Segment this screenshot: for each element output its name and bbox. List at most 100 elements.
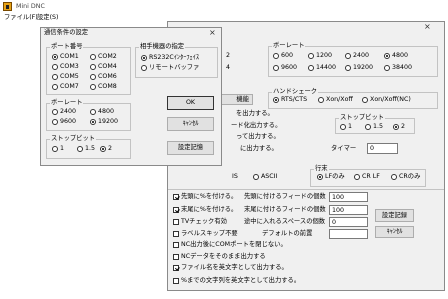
save-settings-button[interactable]: 設定記憶 [167, 141, 214, 155]
port-com3-radio[interactable]: COM3 [52, 63, 79, 71]
group-title: 相手機器の指定 [139, 43, 186, 51]
option-label[interactable]: ード化出力する。 [231, 122, 281, 130]
stop-bit-2-radio[interactable]: 2 [100, 145, 112, 153]
checkbox-label: ファイル名を英文字として出力する。 [181, 264, 288, 271]
baud-4800-radio[interactable]: 4800 [90, 108, 114, 116]
radio-label: 2400 [60, 108, 77, 115]
baud-38400-radio[interactable]: 38400 [384, 64, 412, 72]
leading-feed-label: 先頭に付けるフィードの個数 [244, 193, 326, 200]
handshake-xon-xoff-nc-radio[interactable]: Xon/Xoff(NC) [362, 96, 411, 104]
app-title: Mini DNC [16, 3, 45, 10]
checkbox-label: NC出力後にCOMポートを閉じない。 [181, 241, 287, 248]
radio-circle [77, 146, 83, 152]
baud-2400-radio[interactable]: 2400 [345, 52, 369, 60]
menu-settings[interactable]: 設定(S) [37, 14, 59, 22]
radio-label: 1 [60, 145, 65, 152]
baud-600-radio[interactable]: 600 [273, 52, 293, 60]
leading-percent-checkbox[interactable]: 先頭に%を付ける。 [173, 193, 237, 201]
port-option-label[interactable]: 4 [226, 64, 230, 72]
group-title: ボーレート [272, 42, 306, 50]
radio-circle [90, 109, 96, 115]
trailing-percent-checkbox[interactable]: 末尾に%を付ける。 [173, 206, 237, 214]
radio-label: 14400 [316, 64, 337, 71]
radio-circle [308, 53, 314, 59]
baud-4800-radio[interactable]: 4800 [384, 52, 408, 60]
label-skip-checkbox[interactable]: ラベルスキップ不要 [173, 230, 238, 238]
leading-feed-input[interactable] [329, 192, 368, 202]
baud-14400-radio[interactable]: 14400 [308, 64, 336, 72]
baud-9600-radio[interactable]: 9600 [273, 64, 297, 72]
radio-circle [393, 124, 399, 130]
port-com7-radio[interactable]: COM7 [52, 83, 79, 91]
port-com4-radio[interactable]: COM4 [90, 63, 117, 71]
filename-output-checkbox[interactable]: ファイル名を英文字として出力する。 [173, 264, 288, 272]
stop-bit-1-radio[interactable]: 1 [340, 123, 352, 131]
default-prefix-label: デフォルトの前置 [262, 230, 313, 237]
baud-1200-radio[interactable]: 1200 [308, 52, 332, 60]
radio-label: 2 [108, 145, 113, 152]
cancel-button[interactable]: ｷｬﾝｾﾙ [375, 226, 414, 238]
radio-label: 9600 [60, 118, 77, 125]
tv-check-checkbox[interactable]: TVチェック有効 [173, 218, 227, 226]
menu-file[interactable]: ファイル(F) [4, 14, 38, 22]
raw-output-checkbox[interactable]: NCデータをそのまま出力する [173, 253, 266, 261]
device-rs232c-radio[interactable]: RS232Cｲﾝﾀｰﾌｪｲｽ [141, 54, 199, 62]
port-com5-radio[interactable]: COM5 [52, 73, 79, 81]
close-icon[interactable]: × [424, 22, 431, 32]
line-end-cr-radio[interactable]: CRのみ [391, 173, 420, 181]
option-label[interactable]: を出力する。 [236, 110, 274, 118]
radio-label: 2400 [353, 52, 370, 59]
radio-circle [253, 174, 259, 180]
radio-circle [52, 54, 58, 60]
baud-rate-group: ボーレート 2400 4800 9600 19200 [46, 99, 131, 131]
baud-19200-radio[interactable]: 19200 [345, 64, 373, 72]
group-title: ハンドシェーク [272, 88, 319, 96]
baud-rate-group: ボーレート 600 1200 2400 4800 9600 14400 1920… [268, 42, 438, 77]
default-prefix-input[interactable] [329, 229, 368, 239]
percent-string-checkbox[interactable]: %までの文字列を英文字として出力する。 [173, 277, 300, 285]
radio-label: 38400 [392, 64, 413, 71]
radio-label: 600 [281, 52, 294, 59]
line-end-lf-radio[interactable]: LFのみ [317, 173, 345, 181]
line-end-crlf-radio[interactable]: CR LF [354, 173, 380, 181]
stop-bit-1-radio[interactable]: 1 [52, 145, 64, 153]
radio-label: Xon/Xoff(NC) [370, 96, 411, 103]
save-settings-button[interactable]: 設定記録 [375, 209, 414, 222]
radio-label: RS232Cｲﾝﾀｰﾌｪｲｽ [149, 54, 199, 61]
radio-circle [273, 53, 279, 59]
port-com2-radio[interactable]: COM2 [90, 53, 117, 61]
ok-button[interactable]: OK [167, 96, 214, 110]
timer-input[interactable] [367, 143, 398, 154]
port-com1-radio[interactable]: COM1 [52, 53, 79, 61]
port-option-label[interactable]: 2 [226, 52, 230, 60]
stop-bit-2-radio[interactable]: 2 [393, 123, 405, 131]
checkbox-box [173, 207, 179, 213]
handshake-xon-xoff-radio[interactable]: Xon/Xoff [318, 96, 353, 104]
stop-bit-1-5-radio[interactable]: 1.5 [365, 123, 383, 131]
checkbox-label: TVチェック有効 [181, 218, 227, 225]
radio-label: RTS/CTS [281, 96, 308, 103]
handshake-rts-cts-radio[interactable]: RTS/CTS [273, 96, 307, 104]
space-count-input[interactable] [329, 217, 368, 227]
cancel-button[interactable]: ｷｬﾝｾﾙ [167, 117, 214, 131]
device-remote-buffer-radio[interactable]: リモートバッファ [141, 64, 199, 72]
keep-port-open-checkbox[interactable]: NC出力後にCOMポートを閉じない。 [173, 241, 287, 249]
radio-circle [273, 97, 279, 103]
trailing-feed-input[interactable] [329, 205, 368, 215]
radio-circle [90, 119, 96, 125]
baud-2400-radio[interactable]: 2400 [52, 108, 76, 116]
close-icon[interactable]: × [209, 28, 216, 38]
group-title: 行末 [314, 165, 329, 173]
radio-circle [141, 55, 147, 61]
option-label[interactable]: に出力する。 [240, 145, 278, 153]
port-com8-radio[interactable]: COM8 [90, 83, 117, 91]
baud-19200-radio[interactable]: 19200 [90, 118, 118, 126]
baud-9600-radio[interactable]: 9600 [52, 118, 76, 126]
port-com6-radio[interactable]: COM6 [90, 73, 117, 81]
code-option-label[interactable]: IS [232, 173, 238, 181]
stop-bit-1-5-radio[interactable]: 1.5 [77, 145, 95, 153]
radio-circle [384, 53, 390, 59]
option-label[interactable]: って出力する。 [236, 133, 280, 141]
code-ascii-radio[interactable]: ASCII [253, 173, 277, 181]
radio-circle [354, 174, 360, 180]
